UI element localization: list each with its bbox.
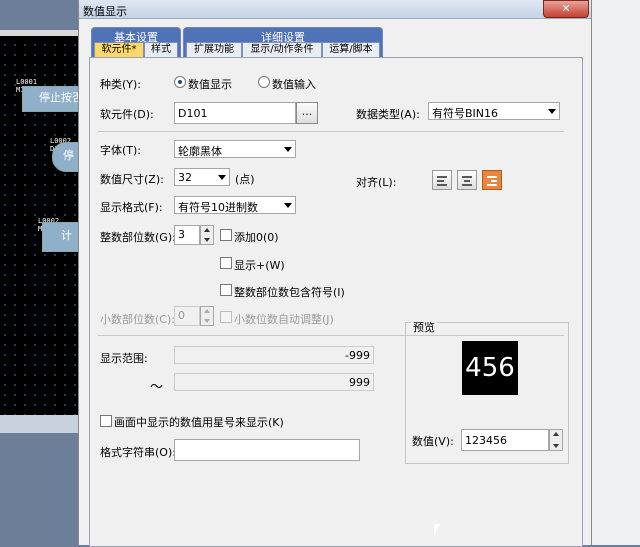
tabgroup-basic: 基本设置 软元件* 样式	[91, 27, 181, 58]
show-plus-label[interactable]: 显示+(W)	[234, 257, 285, 273]
preview-value-spinner[interactable]	[549, 429, 563, 451]
device-browse-button[interactable]: ...	[296, 102, 318, 124]
radio-numeric-input-label[interactable]: 数值输入	[272, 76, 316, 92]
data-type-select[interactable]: 有符号BIN16	[428, 102, 560, 120]
add-zero-checkbox[interactable]	[220, 229, 232, 241]
align-left-button[interactable]	[432, 170, 452, 190]
include-sign-label[interactable]: 整数部位数包含符号(I)	[234, 284, 345, 300]
tab-display-condition[interactable]: 显示/动作条件	[242, 42, 322, 58]
editor-statusbar	[0, 415, 80, 433]
size-select[interactable]: 32	[174, 168, 230, 186]
align-right-button[interactable]	[482, 170, 502, 190]
size-unit: (点)	[235, 173, 255, 186]
tab-script[interactable]: 运算/脚本	[322, 42, 380, 58]
tabgroup-detail: 详细设置 扩展功能 显示/动作条件 运算/脚本	[183, 27, 383, 58]
align-center-button[interactable]	[457, 170, 477, 190]
preview-value-label: 数值(V):	[412, 435, 454, 448]
font-label: 字体(T):	[100, 144, 142, 157]
asterisk-checkbox[interactable]	[100, 415, 112, 427]
range-tilde: ～	[150, 380, 164, 395]
font-value: 轮廓黑体	[178, 145, 222, 158]
format-string-label: 格式字符串(O):	[100, 446, 176, 459]
device-panel: 种类(Y): 数值显示 数值输入 软元件(D): D101 ... 数据类型(A…	[89, 57, 583, 547]
divider	[98, 131, 564, 132]
show-plus-checkbox[interactable]	[220, 257, 232, 269]
range-label: 显示范围:	[100, 352, 148, 365]
format-string-input[interactable]	[174, 439, 360, 461]
int-digits-input[interactable]: 3	[174, 225, 200, 245]
format-value: 有符号10进制数	[178, 201, 258, 214]
chevron-down-icon	[548, 109, 556, 114]
chevron-down-icon	[284, 203, 292, 208]
decimal-digits-label: 小数部位数(C):	[100, 313, 175, 326]
range-min-field: -999	[174, 346, 374, 364]
kind-label: 种类(Y):	[100, 78, 142, 91]
device-label: 软元件(D):	[100, 108, 154, 121]
preview-group-title: 预览	[411, 319, 437, 335]
decimal-digits-input[interactable]: 0	[174, 306, 200, 326]
decimal-digits-spinner[interactable]	[200, 306, 214, 326]
include-sign-checkbox[interactable]	[220, 284, 232, 296]
data-type-value: 有符号BIN16	[432, 107, 499, 120]
tab-device[interactable]: 软元件*	[94, 42, 144, 58]
tab-extended[interactable]: 扩展功能	[186, 42, 242, 58]
data-type-label: 数据类型(A):	[356, 108, 420, 121]
radio-numeric-display-label[interactable]: 数值显示	[188, 76, 232, 92]
align-label: 对齐(L):	[356, 176, 397, 189]
preview-value-input[interactable]: 123456	[461, 429, 549, 451]
background-window	[590, 0, 640, 545]
format-label: 显示格式(F):	[100, 201, 163, 214]
dialog-title: 数值显示	[83, 5, 127, 18]
mouse-cursor-icon	[434, 524, 440, 536]
font-select[interactable]: 轮廓黑体	[174, 140, 296, 158]
decimal-auto-label[interactable]: 小数位数自动调整(J)	[234, 311, 334, 327]
dialog-titlebar[interactable]: 数值显示 ✕	[79, 0, 591, 19]
numeric-display-dialog: 数值显示 ✕ 基本设置 软元件* 样式 详细设置 扩展功能 显示/动作条件 运算…	[78, 0, 592, 547]
device-input[interactable]: D101	[174, 102, 296, 124]
editor-ruler	[0, 30, 80, 36]
radio-numeric-input[interactable]	[258, 76, 270, 88]
int-digits-spinner[interactable]	[200, 225, 214, 245]
chevron-down-icon	[218, 175, 226, 180]
size-value: 32	[178, 171, 192, 184]
format-select[interactable]: 有符号10进制数	[174, 196, 296, 214]
asterisk-label[interactable]: 画面中显示的数值用星号来显示(K)	[114, 414, 284, 430]
size-label: 数值尺寸(Z):	[100, 173, 164, 186]
range-max-field: 999	[174, 373, 374, 391]
tab-style[interactable]: 样式	[144, 42, 178, 58]
preview-display: 456	[462, 341, 518, 395]
radio-numeric-display[interactable]	[174, 76, 186, 88]
object-tag: L0001	[16, 78, 38, 86]
chevron-down-icon	[284, 147, 292, 152]
decimal-auto-checkbox[interactable]	[220, 311, 232, 323]
int-digits-label: 整数部位数(G):	[100, 231, 176, 244]
close-button[interactable]: ✕	[543, 0, 589, 18]
add-zero-label[interactable]: 添加0(0)	[234, 229, 279, 245]
